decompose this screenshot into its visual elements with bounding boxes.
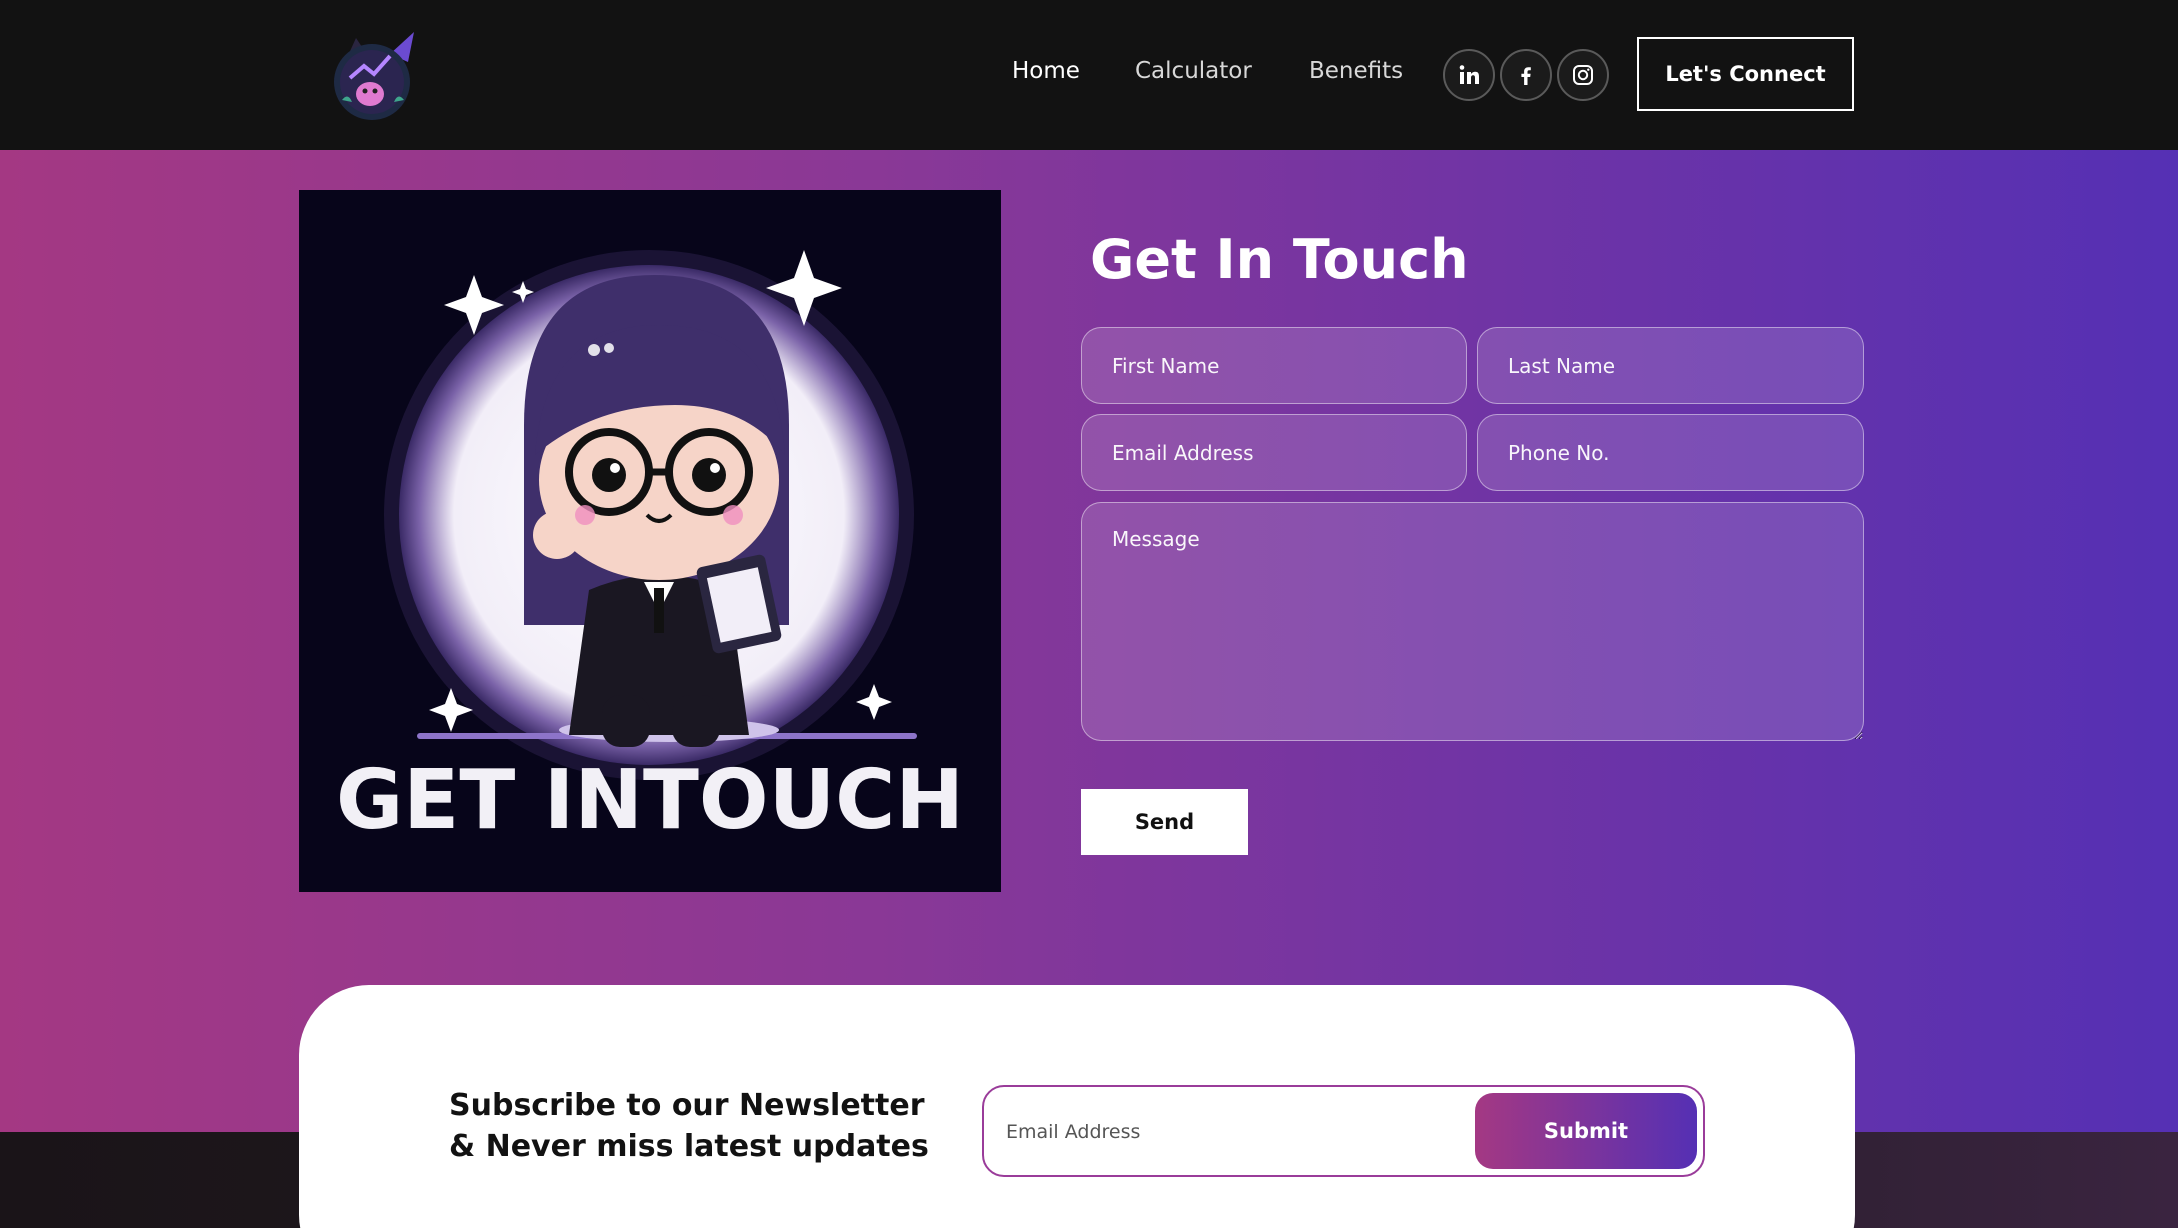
nav-home[interactable]: Home — [1012, 58, 1080, 84]
facebook-button[interactable] — [1500, 49, 1552, 101]
linkedin-button[interactable] — [1443, 49, 1495, 101]
lets-connect-button[interactable]: Let's Connect — [1637, 37, 1854, 111]
newsletter-heading-line1: Subscribe to our Newsletter — [449, 1088, 925, 1123]
newsletter-heading-line2: & Never miss latest updates — [449, 1129, 929, 1164]
instagram-button[interactable] — [1557, 49, 1609, 101]
linkedin-icon — [1459, 65, 1479, 84]
get-in-touch-illustration: GET INTOUCH — [299, 190, 1001, 892]
nav-calculator[interactable]: Calculator — [1135, 58, 1252, 84]
facebook-icon — [1521, 67, 1531, 85]
cat-chart-logo-icon[interactable] — [328, 30, 418, 122]
illustration-title: GET INTOUCH — [336, 753, 964, 848]
instagram-icon — [1573, 65, 1593, 85]
newsletter-submit-button[interactable]: Submit — [1475, 1093, 1697, 1169]
email-field[interactable] — [1081, 414, 1467, 491]
send-button[interactable]: Send — [1081, 789, 1248, 855]
newsletter-form: Submit — [982, 1085, 1705, 1177]
form-title: Get In Touch — [1090, 228, 1469, 291]
last-name-field[interactable] — [1477, 327, 1864, 404]
message-field[interactable] — [1081, 502, 1864, 741]
phone-field[interactable] — [1477, 414, 1864, 491]
newsletter-card: Subscribe to our Newsletter & Never miss… — [299, 985, 1855, 1228]
newsletter-email-input[interactable] — [1006, 1113, 1446, 1151]
site-header: Home Calculator Benefits Let's Connect — [0, 0, 2178, 150]
first-name-field[interactable] — [1081, 327, 1467, 404]
nav-benefits[interactable]: Benefits — [1309, 58, 1403, 84]
newsletter-heading: Subscribe to our Newsletter & Never miss… — [449, 1085, 969, 1167]
